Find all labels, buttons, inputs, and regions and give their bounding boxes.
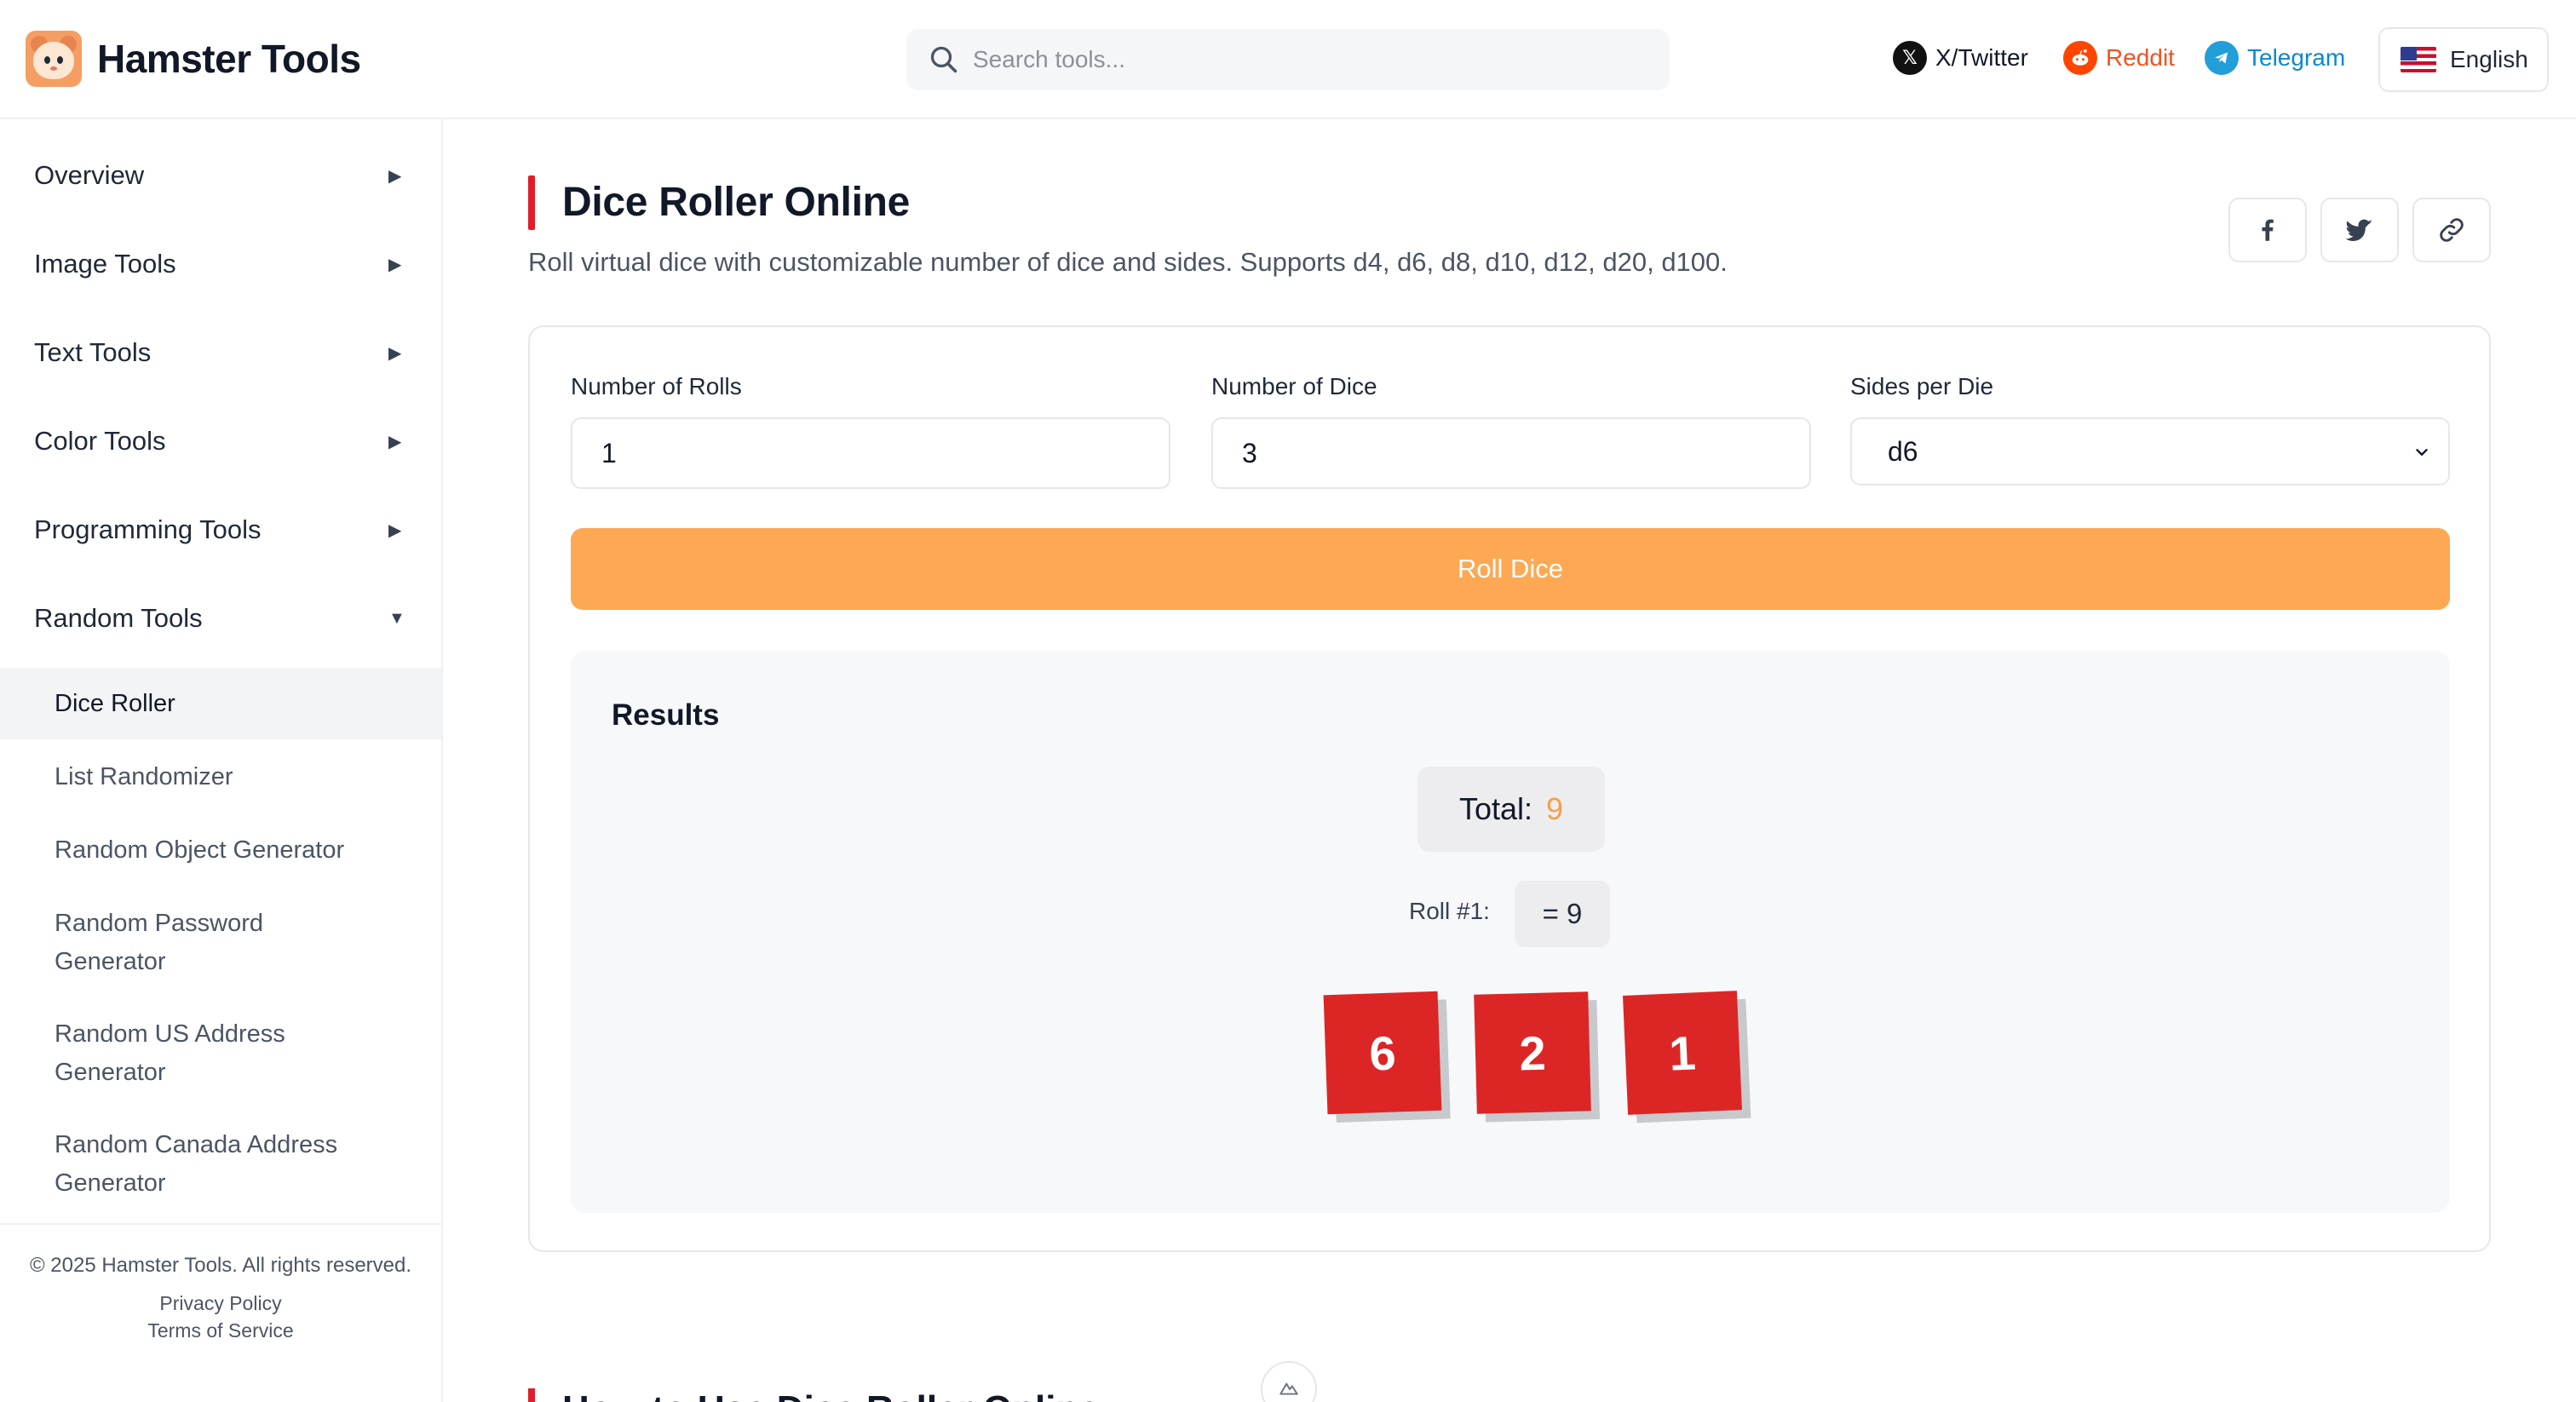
die-result: 1 bbox=[1623, 991, 1742, 1115]
sidebar-item-random-us-address-generator[interactable]: Random US Address Generator bbox=[0, 1000, 441, 1107]
telegram-label: Telegram bbox=[2247, 44, 2346, 71]
twitter-icon bbox=[2345, 219, 2372, 241]
privacy-policy-link[interactable]: Privacy Policy bbox=[0, 1290, 441, 1317]
die-result: 2 bbox=[1474, 991, 1591, 1114]
terms-of-service-link[interactable]: Terms of Service bbox=[0, 1317, 441, 1344]
roll-sum-badge: = 9 bbox=[1515, 881, 1610, 947]
language-label: English bbox=[2450, 46, 2528, 72]
x-twitter-link[interactable]: 𝕏 X/Twitter bbox=[1893, 41, 2028, 75]
rolls-label: Number of Rolls bbox=[571, 373, 742, 399]
sidebar-footer: © 2025 Hamster Tools. All rights reserve… bbox=[0, 1223, 441, 1402]
sidebar: Overview ▶ Image Tools ▶ Text Tools ▶ Co… bbox=[0, 119, 443, 1402]
language-selector[interactable]: English bbox=[2378, 27, 2549, 92]
sidebar-item-dice-roller[interactable]: Dice Roller bbox=[0, 668, 441, 739]
sidebar-item-random-object-generator[interactable]: Random Object Generator bbox=[0, 814, 441, 886]
die-result: 6 bbox=[1323, 991, 1442, 1115]
mountain-logo-icon bbox=[1279, 1382, 1298, 1395]
total-badge: Total: 9 bbox=[1417, 767, 1605, 852]
caret-right-icon: ▶ bbox=[388, 343, 402, 363]
top-header: Hamster Tools 𝕏 X/Twitter Reddit Telegra… bbox=[0, 0, 2576, 119]
sidebar-group-image-tools[interactable]: Image Tools ▶ bbox=[0, 220, 441, 308]
x-twitter-label: X/Twitter bbox=[1935, 44, 2028, 71]
sidebar-group-random-tools[interactable]: Random Tools ▼ bbox=[0, 574, 441, 663]
reddit-label: Reddit bbox=[2106, 44, 2175, 71]
search-input[interactable] bbox=[973, 46, 1637, 73]
share-facebook-button[interactable] bbox=[2228, 198, 2307, 262]
link-icon bbox=[2440, 218, 2464, 242]
roll-label: Roll #1: bbox=[1409, 898, 1490, 924]
brand-link[interactable]: Hamster Tools bbox=[26, 31, 361, 87]
sidebar-item-label: List Randomizer bbox=[55, 763, 233, 790]
sidebar-group-label: Programming Tools bbox=[34, 514, 262, 544]
caret-right-icon: ▶ bbox=[388, 166, 402, 186]
sidebar-item-label: Random Password Generator bbox=[55, 910, 263, 975]
scroll-to-top-button[interactable] bbox=[1261, 1361, 1317, 1402]
x-logo-icon: 𝕏 bbox=[1893, 41, 1927, 75]
sidebar-item-label: Dice Roller bbox=[55, 690, 175, 717]
search-icon bbox=[930, 46, 957, 73]
copyright-text: © 2025 Hamster Tools. All rights reserve… bbox=[29, 1254, 412, 1277]
total-label: Total: bbox=[1458, 791, 1532, 826]
sidebar-item-random-password-generator[interactable]: Random Password Generator bbox=[0, 889, 441, 997]
search-bar[interactable] bbox=[906, 29, 1670, 90]
telegram-link[interactable]: Telegram bbox=[2205, 41, 2345, 75]
caret-right-icon: ▶ bbox=[388, 432, 402, 451]
sidebar-group-label: Text Tools bbox=[34, 337, 152, 367]
dice-roller-card: Number of Rolls Number of Dice Sides per… bbox=[528, 325, 2491, 1252]
sidebar-group-label: Color Tools bbox=[34, 426, 166, 456]
facebook-icon bbox=[2262, 219, 2274, 241]
telegram-icon bbox=[2205, 41, 2239, 75]
sidebar-item-list-randomizer[interactable]: List Randomizer bbox=[0, 743, 441, 811]
reddit-link[interactable]: Reddit bbox=[2063, 41, 2175, 75]
sidebar-group-label: Image Tools bbox=[34, 249, 176, 279]
hamster-logo-icon bbox=[26, 31, 82, 87]
dice-count-label: Number of Dice bbox=[1211, 373, 1377, 399]
brand-name: Hamster Tools bbox=[97, 37, 361, 81]
title-accent-bar bbox=[528, 175, 535, 230]
sides-select[interactable]: d6 bbox=[1850, 417, 2450, 486]
sidebar-item-random-canada-address-generator[interactable]: Random Canada Address Generator bbox=[0, 1111, 441, 1218]
rolls-input[interactable] bbox=[571, 417, 1170, 489]
caret-right-icon: ▶ bbox=[388, 255, 402, 274]
total-value: 9 bbox=[1546, 791, 1564, 826]
copy-link-button[interactable] bbox=[2412, 198, 2491, 262]
chevron-down-icon bbox=[2416, 449, 2428, 456]
sidebar-item-label: Random Object Generator bbox=[55, 836, 345, 864]
page-title: Dice Roller Online bbox=[562, 180, 911, 225]
results-panel: Results Total: 9 Roll #1: = 9 6 2 1 bbox=[571, 651, 2450, 1213]
section-accent-bar bbox=[528, 1388, 535, 1402]
reddit-icon bbox=[2063, 41, 2097, 75]
caret-down-icon: ▼ bbox=[388, 608, 405, 628]
sidebar-item-label: Random Canada Address Generator bbox=[55, 1131, 338, 1197]
share-twitter-button[interactable] bbox=[2320, 198, 2399, 262]
page-subtitle: Roll virtual dice with customizable numb… bbox=[528, 247, 1728, 277]
us-flag-icon bbox=[2401, 47, 2436, 72]
sidebar-group-overview[interactable]: Overview ▶ bbox=[0, 131, 441, 220]
results-title: Results bbox=[612, 698, 720, 732]
sidebar-item-label: Random US Address Generator bbox=[55, 1020, 285, 1086]
sidebar-group-color-tools[interactable]: Color Tools ▶ bbox=[0, 397, 441, 486]
how-to-use-heading: How to Use Dice Roller Online bbox=[562, 1388, 1100, 1402]
roll-dice-button[interactable]: Roll Dice bbox=[571, 528, 2450, 610]
dice-count-input[interactable] bbox=[1211, 417, 1811, 489]
caret-right-icon: ▶ bbox=[388, 520, 402, 540]
sides-label: Sides per Die bbox=[1850, 373, 1994, 399]
sidebar-group-text-tools[interactable]: Text Tools ▶ bbox=[0, 308, 441, 397]
sides-selected-value: d6 bbox=[1888, 435, 1918, 467]
sidebar-group-programming-tools[interactable]: Programming Tools ▶ bbox=[0, 486, 441, 574]
sidebar-group-label: Overview bbox=[34, 160, 145, 190]
sidebar-group-label: Random Tools bbox=[34, 603, 203, 633]
